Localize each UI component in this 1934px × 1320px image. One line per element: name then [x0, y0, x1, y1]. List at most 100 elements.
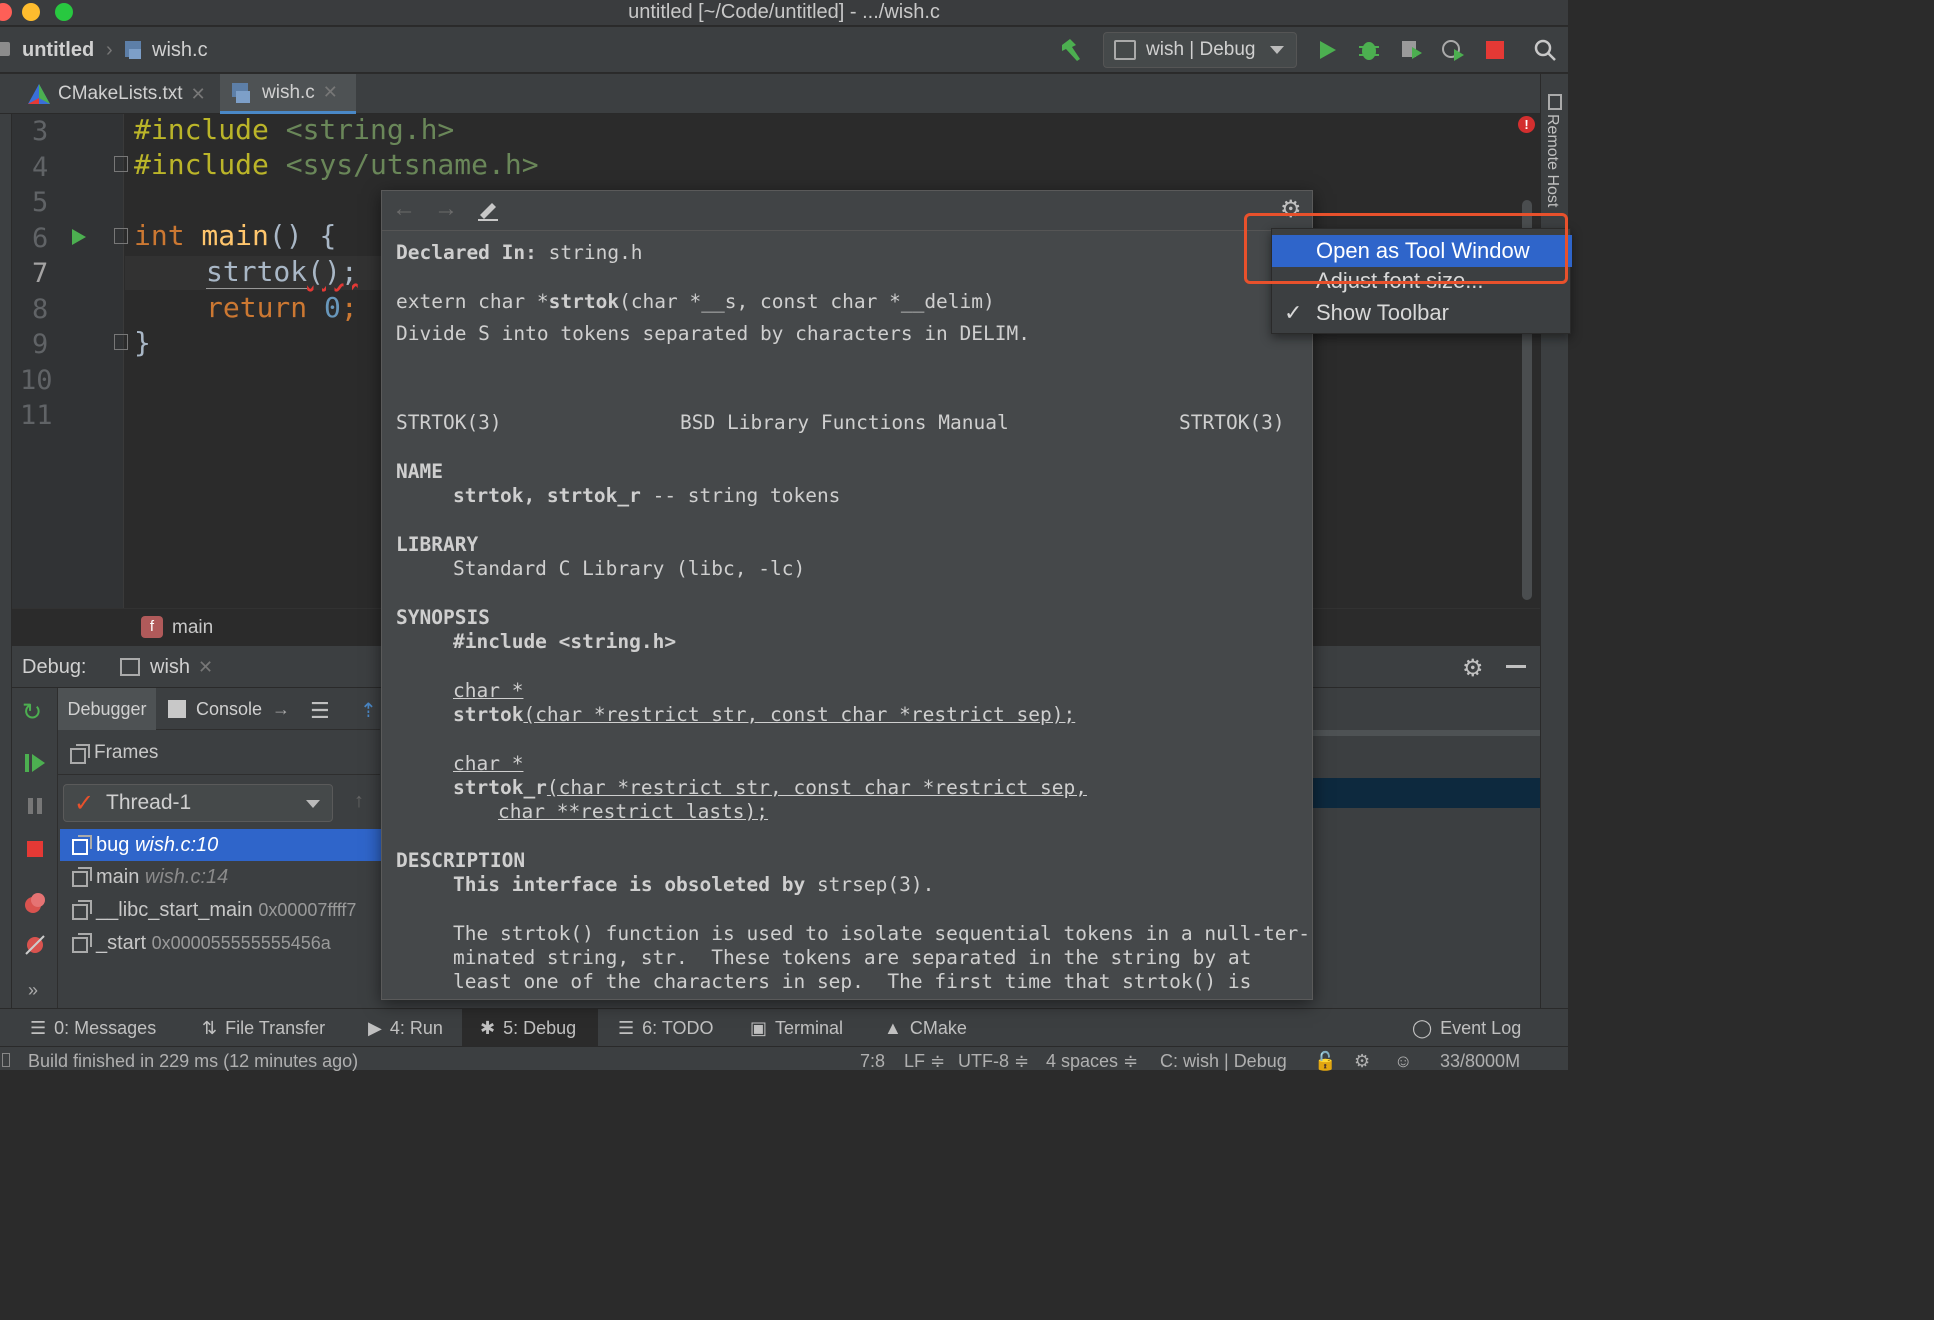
description-line: The strtok() function is used to isolate…	[453, 922, 1311, 945]
status-message[interactable]: Build finished in 229 ms (12 minutes ago…	[28, 1047, 358, 1075]
tab-cmakelists[interactable]: CMakeLists.txt ✕	[18, 74, 216, 114]
run-configuration-select[interactable]: wish | Debug	[1103, 32, 1297, 68]
tab-wish-c[interactable]: wish.c ✕	[220, 74, 356, 114]
name-body: strtok, strtok_r -- string tokens	[453, 484, 840, 507]
man-header-left: STRTOK(3)	[396, 411, 502, 434]
messages-tool-button[interactable]: ☰ 0: Messages	[30, 1009, 156, 1047]
messages-label: 0: Messages	[54, 1017, 157, 1038]
variables-divider	[1313, 730, 1540, 736]
line-number: 3	[32, 116, 49, 147]
section-heading: LIBRARY	[396, 533, 479, 556]
back-arrow-icon[interactable]: ←	[392, 195, 416, 223]
fold-icon[interactable]	[114, 228, 128, 244]
breadcrumb-file[interactable]: wish.c	[152, 27, 208, 73]
frame-row[interactable]: main wish.c:14	[60, 861, 390, 893]
cmake-tool-button[interactable]: ▲ CMake	[884, 1009, 967, 1047]
code-token: #include	[134, 113, 269, 146]
step-out-icon[interactable]: ⇡	[360, 698, 377, 723]
menu-item-label: Show Toolbar	[1316, 300, 1449, 325]
more-icon[interactable]: »	[28, 980, 38, 1001]
line-number: 4	[32, 152, 49, 183]
frame-row[interactable]: __libc_start_main 0x00007ffff7	[60, 894, 390, 926]
run-gutter-icon[interactable]	[70, 227, 88, 253]
indent-setting[interactable]: 4 spaces ≑	[1046, 1047, 1138, 1075]
menu-item-show-toolbar[interactable]: ✓ Show Toolbar	[1272, 297, 1572, 329]
code-token: ();	[307, 255, 358, 288]
status-toggle-icon[interactable]	[2, 1053, 10, 1067]
declared-value: string.h	[536, 241, 643, 264]
folder-icon	[0, 42, 10, 56]
pin-icon[interactable]: →	[272, 699, 290, 720]
forward-arrow-icon[interactable]: →	[434, 195, 458, 223]
code-token: #include	[134, 148, 269, 181]
tool-window-bar: ☰ 0: Messages ⇅ File Transfer ▶ 4: Run ✱ 5: …	[0, 1008, 1568, 1047]
close-tab-icon[interactable]: ✕	[323, 82, 338, 103]
close-tab-icon[interactable]: ✕	[191, 84, 206, 105]
pause-icon[interactable]	[26, 796, 46, 822]
build-hammer-icon[interactable]	[1056, 35, 1086, 65]
status-bar: Build finished in 229 ms (12 minutes ago…	[0, 1046, 1568, 1071]
frame-row[interactable]: _start 0x000055555555456a	[60, 927, 390, 959]
event-log-tool-button[interactable]: ◯ Event Log	[1412, 1009, 1521, 1047]
tab-debugger[interactable]: Debugger	[58, 688, 156, 730]
debug-bug-icon[interactable]	[1354, 35, 1384, 65]
up-arrow-icon[interactable]: ↑	[354, 790, 364, 813]
resolve-context[interactable]: C: wish | Debug	[1160, 1047, 1287, 1075]
file-encoding[interactable]: UTF-8 ≑	[958, 1047, 1029, 1075]
hide-icon[interactable]	[1506, 665, 1526, 668]
line-number: 9	[32, 329, 49, 360]
breadcrumb-function[interactable]: main	[172, 609, 213, 647]
frame-row[interactable]: bug wish.c:10	[60, 829, 390, 861]
resume-icon[interactable]	[24, 752, 46, 780]
edit-source-icon[interactable]	[476, 197, 500, 227]
inspector-icon[interactable]: ☺	[1394, 1047, 1412, 1075]
stop-icon[interactable]	[26, 840, 44, 864]
terminal-tool-button[interactable]: ▣ Terminal	[750, 1009, 843, 1047]
debug-tool-button[interactable]: ✱ 5: Debug	[462, 1009, 598, 1047]
line-separator[interactable]: LF ≑	[904, 1047, 945, 1075]
mute-breakpoints-icon[interactable]	[24, 934, 46, 962]
debug-tool-label: 5: Debug	[503, 1017, 577, 1038]
cmake-icon	[28, 84, 50, 104]
c-file-icon	[123, 39, 145, 61]
settings-icon[interactable]: ⚙	[1354, 1047, 1370, 1075]
name-body-rest: -- string tokens	[640, 484, 841, 507]
tab-console[interactable]: Console →	[168, 688, 290, 730]
caret-position[interactable]: 7:8	[860, 1047, 885, 1075]
variables-selected-row[interactable]	[1313, 778, 1540, 808]
synopsis-strtok: strtok(char *restrict str, const char *r…	[453, 703, 1075, 726]
remote-host-tab[interactable]: Remote Host	[1543, 114, 1561, 207]
thread-select[interactable]: ✓ Thread-1	[63, 784, 333, 822]
layout-icon[interactable]: ☰	[310, 698, 330, 724]
left-tool-strip	[0, 114, 12, 1008]
code-line-6: int main() {	[134, 218, 336, 254]
line-number: 7	[32, 258, 49, 289]
file-transfer-tool-button[interactable]: ⇅ File Transfer	[202, 1009, 325, 1047]
gear-icon[interactable]: ⚙	[1462, 654, 1484, 683]
lock-icon[interactable]: 🔓	[1314, 1047, 1336, 1075]
rerun-icon[interactable]: ↻	[22, 698, 42, 727]
frame-icon	[72, 900, 92, 920]
fold-icon[interactable]	[114, 334, 128, 350]
search-icon[interactable]	[1530, 35, 1560, 65]
fold-icon[interactable]	[114, 156, 128, 172]
stop-icon[interactable]	[1480, 35, 1510, 65]
cmake-icon: ▲	[884, 1017, 902, 1038]
event-log-label: Event Log	[1440, 1017, 1522, 1038]
line-number: 11	[20, 400, 53, 431]
profile-icon[interactable]	[1438, 35, 1468, 65]
run-tool-button[interactable]: ▶ 4: Run	[368, 1009, 443, 1047]
close-session-icon[interactable]: ✕	[198, 657, 213, 678]
signature-prefix: extern char *	[396, 290, 549, 313]
view-breakpoints-icon[interactable]	[24, 892, 46, 920]
run-with-coverage-icon[interactable]	[1396, 35, 1426, 65]
error-indicator-icon[interactable]: !	[1518, 116, 1535, 133]
todo-tool-button[interactable]: ☰ 6: TODO	[618, 1009, 714, 1047]
memory-indicator[interactable]: 33/8000M	[1440, 1047, 1520, 1075]
synopsis-include: #include <string.h>	[453, 630, 677, 653]
man-header-center: BSD Library Functions Manual	[680, 411, 1009, 434]
debug-session-tab[interactable]: wish ✕	[120, 646, 230, 688]
breadcrumb-project[interactable]: untitled	[22, 27, 94, 73]
checkmark-icon: ✓	[74, 790, 95, 817]
run-icon[interactable]	[1312, 35, 1342, 65]
